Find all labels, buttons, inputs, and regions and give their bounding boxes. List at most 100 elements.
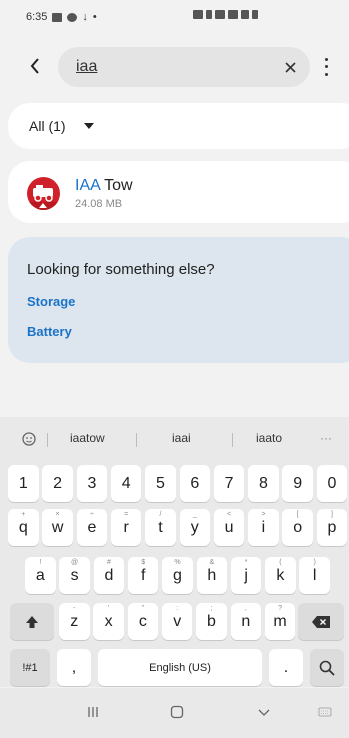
key-0[interactable]: 0 xyxy=(316,465,348,502)
key-y[interactable]: y xyxy=(179,509,211,546)
suggestion-3[interactable]: iaato xyxy=(256,431,282,445)
key-t[interactable]: t xyxy=(145,509,176,546)
recent-apps-icon[interactable] xyxy=(86,705,100,719)
battery-icon xyxy=(252,10,258,19)
key-r-label: r xyxy=(123,518,129,536)
app-title-rest: Tow xyxy=(99,177,133,194)
key-p[interactable]: p xyxy=(316,509,348,546)
key-5[interactable]: 5 xyxy=(145,465,176,502)
emoji-keyboard-icon[interactable] xyxy=(21,431,39,447)
key-c-label: c xyxy=(138,612,147,630)
key-l-label: l xyxy=(312,566,317,584)
search-field[interactable] xyxy=(58,47,310,87)
key-s[interactable]: s xyxy=(59,557,90,594)
key-h[interactable]: h xyxy=(196,557,228,594)
app-size: 24.08 MB xyxy=(75,198,123,210)
comma-key[interactable]: , xyxy=(57,649,91,686)
signal-icon xyxy=(241,10,249,19)
key-m-label: m xyxy=(273,612,287,630)
key-9-label: 9 xyxy=(293,474,303,492)
key-a-label: a xyxy=(35,566,45,584)
back-button[interactable] xyxy=(22,53,48,79)
key-5-label: 5 xyxy=(156,474,165,492)
key-8[interactable]: 8 xyxy=(248,465,279,502)
search-icon xyxy=(319,660,335,676)
close-icon xyxy=(284,61,296,73)
shift-key[interactable] xyxy=(10,603,54,640)
key-r[interactable]: r xyxy=(110,509,142,546)
key-o-label: o xyxy=(293,518,303,536)
key-x[interactable]: x xyxy=(93,603,124,640)
key-6[interactable]: 6 xyxy=(179,465,211,502)
key-3[interactable]: 3 xyxy=(76,465,108,502)
key-b-label: b xyxy=(207,612,216,630)
key-1[interactable]: 1 xyxy=(8,465,39,502)
more-suggestions-button[interactable]: ··· xyxy=(320,431,332,445)
key-g-label: g xyxy=(173,566,182,584)
key-g[interactable]: g xyxy=(162,557,193,594)
key-e[interactable]: e xyxy=(76,509,108,546)
key-h-label: h xyxy=(207,566,217,584)
search-key[interactable] xyxy=(310,649,344,686)
more-dot xyxy=(324,72,328,76)
backspace-key[interactable] xyxy=(298,603,344,640)
key-z[interactable]: z xyxy=(59,603,90,640)
clear-button[interactable] xyxy=(280,57,300,77)
key-w[interactable]: w xyxy=(42,509,73,546)
key-v[interactable]: v xyxy=(161,603,193,640)
key-1-label: 1 xyxy=(18,474,28,492)
gallery-icon xyxy=(52,12,63,22)
key-9[interactable]: 9 xyxy=(282,465,313,502)
key-j[interactable]: j xyxy=(230,557,262,594)
key-s-label: s xyxy=(70,566,79,584)
key-v-label: v xyxy=(173,612,182,630)
navigation-bar xyxy=(0,688,349,738)
divider xyxy=(232,433,233,447)
search-result-app[interactable]: IAA Tow 24.08 MB xyxy=(8,161,349,223)
key-7[interactable]: 7 xyxy=(213,465,245,502)
search-input[interactable] xyxy=(76,57,256,77)
period-key[interactable]: . xyxy=(269,649,303,686)
key-p-label: p xyxy=(327,518,337,536)
key-i[interactable]: i xyxy=(248,509,279,546)
filter-dropdown[interactable]: All (1) xyxy=(8,103,349,149)
suggestion-2[interactable]: iaai xyxy=(172,431,191,445)
storage-link[interactable]: Storage xyxy=(27,294,75,309)
battery-link[interactable]: Battery xyxy=(27,324,72,339)
iaa-tow-app-icon xyxy=(27,177,60,210)
home-icon[interactable] xyxy=(170,705,184,719)
download-icon: ↓ xyxy=(82,11,88,23)
hide-keyboard-icon[interactable] xyxy=(257,705,271,719)
key-d[interactable]: d xyxy=(93,557,125,594)
status-icons xyxy=(193,10,258,19)
key-k[interactable]: k xyxy=(265,557,296,594)
key-a[interactable]: a xyxy=(25,557,56,594)
key-l[interactable]: l xyxy=(299,557,330,594)
app-title-highlight: IAA xyxy=(75,177,100,194)
key-t-label: t xyxy=(158,518,163,536)
key-q-label: q xyxy=(18,518,28,536)
alarm-icon xyxy=(193,10,203,19)
key-o[interactable]: o xyxy=(282,509,313,546)
key-f-label: f xyxy=(140,566,146,584)
key-n[interactable]: n xyxy=(230,603,262,640)
keyboard-switch-icon[interactable] xyxy=(318,705,332,719)
key-m[interactable]: m xyxy=(264,603,296,640)
key-q[interactable]: q xyxy=(8,509,39,546)
key-c[interactable]: c xyxy=(127,603,159,640)
filter-label: All (1) xyxy=(29,118,66,134)
key-2[interactable]: 2 xyxy=(42,465,73,502)
key-u[interactable]: u xyxy=(213,509,245,546)
key-f[interactable]: f xyxy=(127,557,159,594)
more-options-button[interactable] xyxy=(318,56,334,78)
suggestion-1[interactable]: iaatow xyxy=(70,431,105,445)
app-title: IAA Tow xyxy=(75,177,133,195)
symbols-key[interactable]: !#1 xyxy=(10,649,50,686)
space-key[interactable]: English (US) xyxy=(98,649,262,686)
key-b[interactable]: b xyxy=(196,603,227,640)
key-8-label: 8 xyxy=(258,474,268,492)
key-4[interactable]: 4 xyxy=(110,465,142,502)
bluetooth-icon xyxy=(206,10,212,19)
symbols-label: !#1 xyxy=(22,661,38,674)
dropdown-arrow-icon xyxy=(84,123,94,129)
